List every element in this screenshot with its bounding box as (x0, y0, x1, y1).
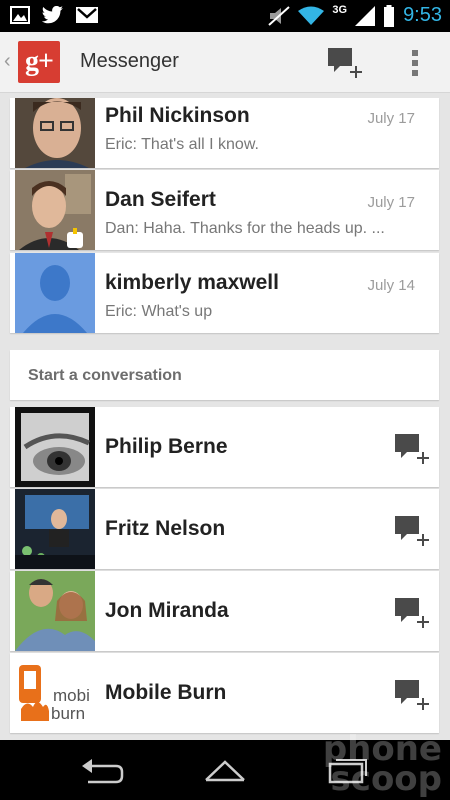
conversation-snippet: Eric: That's all I know. (105, 136, 259, 153)
avatar: mobi burn (15, 653, 95, 733)
conversation-name: kimberly maxwell (105, 271, 279, 294)
avatar-photo (15, 170, 95, 250)
battery-icon (384, 4, 395, 27)
conversation-snippet: Eric: What's up (105, 303, 213, 320)
contact-row[interactable]: Philip Berne (10, 407, 439, 487)
avatar-photo (15, 571, 95, 651)
start-conversation-header: Start a conversation (10, 350, 439, 400)
overflow-menu-icon[interactable] (404, 46, 426, 80)
avatar (15, 253, 95, 333)
messenger-screen: 3G 9:53 ‹ g+ Messenger Phil Nickinson Ju… (0, 0, 450, 800)
navigation-bar: phone scoop (0, 732, 450, 800)
contact-row[interactable]: Jon Miranda (10, 571, 439, 651)
page-title: Messenger (80, 50, 179, 72)
default-avatar-icon (15, 253, 95, 333)
new-message-icon[interactable] (393, 514, 431, 548)
wifi-icon (298, 6, 325, 25)
avatar (15, 489, 95, 569)
signal-icon (355, 5, 376, 26)
back-icon[interactable] (78, 754, 128, 786)
contact-row[interactable]: mobi burn Mobile Burn (10, 653, 439, 733)
conversation-name: Phil Nickinson (105, 104, 250, 127)
action-bar: ‹ g+ Messenger (0, 32, 450, 93)
conversation-snippet: Dan: Haha. Thanks for the heads up. ... (105, 220, 385, 237)
watermark: phone scoop (323, 732, 442, 799)
conversation-name: Dan Seifert (105, 188, 216, 211)
logo-text-bottom: burn (51, 704, 85, 723)
gallery-icon (10, 6, 30, 24)
system-icons: 3G 9:53 (268, 4, 442, 27)
avatar-photo (15, 489, 95, 569)
watermark-line2: scoop (330, 759, 442, 799)
up-chevron-icon[interactable]: ‹ (4, 50, 11, 73)
section-label: Start a conversation (28, 367, 182, 384)
logo-text-top: mobi (53, 686, 90, 705)
conversation-date: July 14 (367, 277, 415, 294)
google-plus-logo[interactable]: g+ (18, 41, 60, 83)
contact-name: Fritz Nelson (105, 517, 226, 540)
twitter-icon (42, 6, 63, 24)
status-bar: 3G 9:53 (0, 0, 450, 32)
avatar (15, 98, 95, 168)
conversation-date: July 17 (367, 194, 415, 211)
avatar (15, 170, 95, 250)
avatar-photo (15, 98, 95, 168)
clock: 9:53 (403, 4, 442, 26)
avatar (15, 407, 95, 487)
mute-icon (268, 5, 291, 26)
gmail-icon (76, 7, 98, 23)
conversation-row[interactable]: Dan Seifert July 17 Dan: Haha. Thanks fo… (10, 170, 439, 250)
conversation-date: July 17 (367, 110, 415, 127)
new-message-icon[interactable] (393, 596, 431, 630)
avatar-photo (15, 407, 95, 487)
avatar (15, 571, 95, 651)
notification-icons (10, 6, 98, 24)
contact-name: Mobile Burn (105, 681, 227, 704)
new-message-icon[interactable] (393, 432, 431, 466)
home-icon[interactable] (200, 754, 250, 786)
mobileburn-logo: mobi burn (15, 653, 95, 733)
new-message-icon[interactable] (326, 46, 364, 80)
contact-name: Jon Miranda (105, 599, 229, 622)
contact-name: Philip Berne (105, 435, 228, 458)
new-message-icon[interactable] (393, 678, 431, 712)
conversation-row[interactable]: kimberly maxwell July 14 Eric: What's up (10, 253, 439, 333)
contact-row[interactable]: Fritz Nelson (10, 489, 439, 569)
network-type-label: 3G (332, 3, 348, 16)
conversation-row[interactable]: Phil Nickinson July 17 Eric: That's all … (10, 98, 439, 168)
